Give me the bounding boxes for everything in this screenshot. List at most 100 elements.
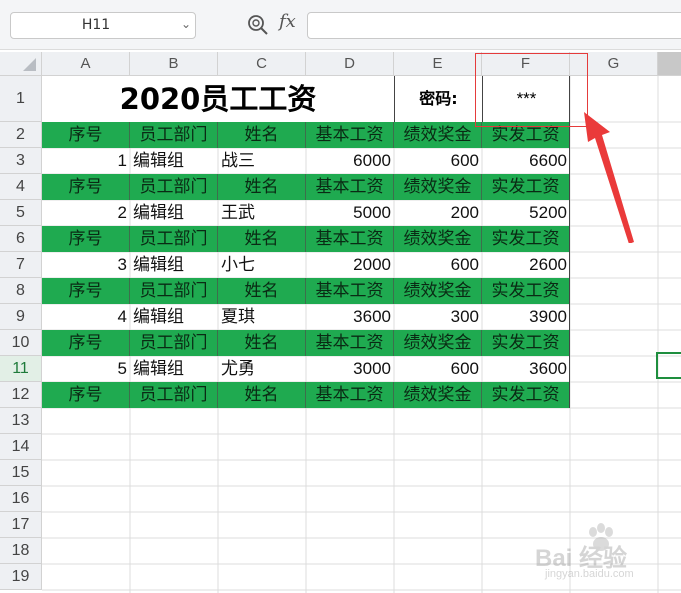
cell-id[interactable]: 2	[42, 200, 130, 226]
table-right-border	[569, 122, 570, 408]
row-header-5[interactable]: 5	[0, 200, 42, 226]
header-cell-base[interactable]: 基本工资	[306, 226, 394, 252]
column-header-a[interactable]: A	[42, 52, 130, 76]
row-header-13[interactable]: 13	[0, 408, 42, 434]
cell-base[interactable]: 2000	[306, 252, 394, 278]
row-header-8[interactable]: 8	[0, 278, 42, 304]
cell-id[interactable]: 3	[42, 252, 130, 278]
header-cell-base[interactable]: 基本工资	[306, 278, 394, 304]
row-header-6[interactable]: 6	[0, 226, 42, 252]
header-cell-name[interactable]: 姓名	[218, 226, 306, 252]
cell-bonus[interactable]: 300	[394, 304, 482, 330]
header-cell-name[interactable]: 姓名	[218, 330, 306, 356]
header-cell-total[interactable]: 实发工资	[482, 382, 570, 408]
header-cell-id[interactable]: 序号	[42, 122, 130, 148]
fx-icon[interactable]: fx	[279, 11, 296, 32]
header-cell-dept[interactable]: 员工部门	[130, 122, 218, 148]
row-header-3[interactable]: 3	[0, 148, 42, 174]
column-header-h[interactable]	[658, 52, 681, 76]
cell-id[interactable]: 1	[42, 148, 130, 174]
sheet-title[interactable]: 2020员工工资	[42, 76, 394, 122]
header-cell-dept[interactable]: 员工部门	[130, 226, 218, 252]
cell-base[interactable]: 3000	[306, 356, 394, 382]
row-header-17[interactable]: 17	[0, 512, 42, 538]
cell-dept[interactable]: 编辑组	[130, 304, 218, 330]
header-cell-bonus[interactable]: 绩效奖金	[394, 122, 482, 148]
header-cell-id[interactable]: 序号	[42, 330, 130, 356]
header-cell-total[interactable]: 实发工资	[482, 278, 570, 304]
row-header-15[interactable]: 15	[0, 460, 42, 486]
cell-name[interactable]: 战三	[218, 148, 306, 174]
header-cell-dept[interactable]: 员工部门	[130, 382, 218, 408]
cell-total[interactable]: 2600	[482, 252, 570, 278]
row-header-18[interactable]: 18	[0, 538, 42, 564]
row-header-9[interactable]: 9	[0, 304, 42, 330]
cell-total[interactable]: 3600	[482, 356, 570, 382]
select-all-corner[interactable]	[0, 52, 42, 76]
header-cell-id[interactable]: 序号	[42, 382, 130, 408]
row-header-2[interactable]: 2	[0, 122, 42, 148]
header-cell-total[interactable]: 实发工资	[482, 174, 570, 200]
row-header-4[interactable]: 4	[0, 174, 42, 200]
header-cell-base[interactable]: 基本工资	[306, 174, 394, 200]
header-cell-name[interactable]: 姓名	[218, 382, 306, 408]
zoom-icon[interactable]	[247, 14, 269, 36]
header-cell-dept[interactable]: 员工部门	[130, 330, 218, 356]
row-header-19[interactable]: 19	[0, 564, 42, 590]
cell-name[interactable]: 夏琪	[218, 304, 306, 330]
password-label[interactable]: 密码:	[394, 76, 482, 122]
header-cell-id[interactable]: 序号	[42, 278, 130, 304]
cell-dept[interactable]: 编辑组	[130, 252, 218, 278]
cell-dept[interactable]: 编辑组	[130, 356, 218, 382]
header-cell-name[interactable]: 姓名	[218, 174, 306, 200]
header-cell-bonus[interactable]: 绩效奖金	[394, 226, 482, 252]
cell-bonus[interactable]: 600	[394, 252, 482, 278]
cell-total[interactable]: 3900	[482, 304, 570, 330]
row-header-10[interactable]: 10	[0, 330, 42, 356]
header-cell-bonus[interactable]: 绩效奖金	[394, 278, 482, 304]
column-header-c[interactable]: C	[218, 52, 306, 76]
header-cell-bonus[interactable]: 绩效奖金	[394, 330, 482, 356]
header-cell-id[interactable]: 序号	[42, 226, 130, 252]
header-cell-total[interactable]: 实发工资	[482, 330, 570, 356]
row-header-16[interactable]: 16	[0, 486, 42, 512]
row-header-11[interactable]: 11	[0, 356, 42, 382]
cell-total[interactable]: 5200	[482, 200, 570, 226]
cell-name[interactable]: 王武	[218, 200, 306, 226]
cell-base[interactable]: 3600	[306, 304, 394, 330]
cell-dept[interactable]: 编辑组	[130, 148, 218, 174]
active-cell-cursor[interactable]	[656, 352, 681, 379]
row-header-14[interactable]: 14	[0, 434, 42, 460]
name-box[interactable]: H11 ⌄	[10, 12, 196, 39]
header-cell-bonus[interactable]: 绩效奖金	[394, 174, 482, 200]
cell-base[interactable]: 5000	[306, 200, 394, 226]
header-cell-total[interactable]: 实发工资	[482, 226, 570, 252]
cell-bonus[interactable]: 200	[394, 200, 482, 226]
cell-name[interactable]: 尤勇	[218, 356, 306, 382]
cell-bonus[interactable]: 600	[394, 356, 482, 382]
formula-input[interactable]	[307, 12, 681, 39]
cell-dept[interactable]: 编辑组	[130, 200, 218, 226]
header-cell-base[interactable]: 基本工资	[306, 382, 394, 408]
header-cell-base[interactable]: 基本工资	[306, 330, 394, 356]
header-cell-base[interactable]: 基本工资	[306, 122, 394, 148]
header-cell-name[interactable]: 姓名	[218, 122, 306, 148]
cell-bonus[interactable]: 600	[394, 148, 482, 174]
cell-base[interactable]: 6000	[306, 148, 394, 174]
cell-id[interactable]: 4	[42, 304, 130, 330]
header-cell-id[interactable]: 序号	[42, 174, 130, 200]
column-header-e[interactable]: E	[394, 52, 482, 76]
header-cell-name[interactable]: 姓名	[218, 278, 306, 304]
cell-total[interactable]: 6600	[482, 148, 570, 174]
row-header-12[interactable]: 12	[0, 382, 42, 408]
cell-id[interactable]: 5	[42, 356, 130, 382]
header-cell-dept[interactable]: 员工部门	[130, 174, 218, 200]
column-header-d[interactable]: D	[306, 52, 394, 76]
header-cell-dept[interactable]: 员工部门	[130, 278, 218, 304]
row-header-7[interactable]: 7	[0, 252, 42, 278]
column-header-b[interactable]: B	[130, 52, 218, 76]
header-cell-bonus[interactable]: 绩效奖金	[394, 382, 482, 408]
row-header-1[interactable]: 1	[0, 76, 42, 122]
chevron-down-icon[interactable]: ⌄	[181, 17, 191, 31]
cell-name[interactable]: 小七	[218, 252, 306, 278]
